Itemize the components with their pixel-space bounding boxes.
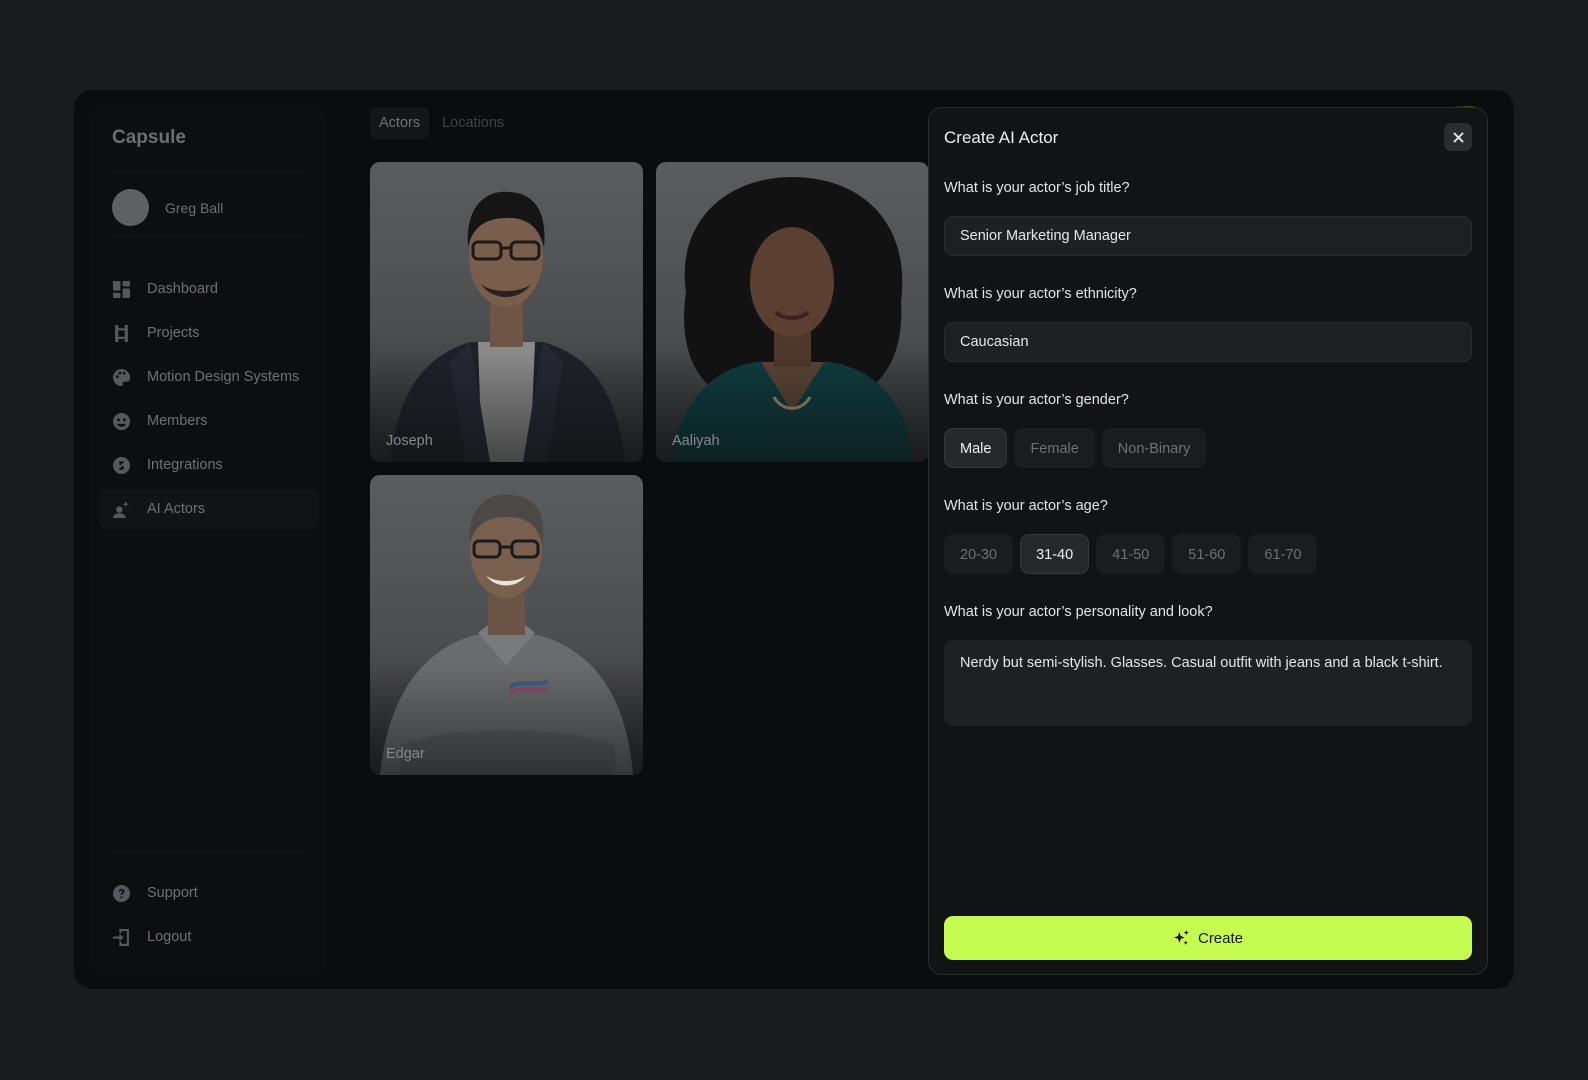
sidebar-item-motion-design-systems[interactable]: Motion Design Systems xyxy=(99,357,319,397)
projects-icon xyxy=(113,324,130,342)
tab-locations[interactable]: Locations xyxy=(433,107,513,139)
palette-icon xyxy=(113,368,130,386)
actor-name: Edgar xyxy=(386,746,425,762)
app-window: Capsule Greg Ball Dashboard Projects Mot… xyxy=(74,90,1514,989)
sidebar: Capsule Greg Ball Dashboard Projects Mot… xyxy=(91,107,327,972)
ai-actor-icon xyxy=(113,500,130,518)
panel-title: Create AI Actor xyxy=(944,128,1059,147)
create-actor-panel: Create AI Actor What is your actor’s job… xyxy=(928,107,1488,975)
actor-name: Joseph xyxy=(386,433,433,449)
close-button[interactable] xyxy=(1444,123,1472,151)
sparkle-icon xyxy=(1174,929,1189,945)
ethnicity-label: What is your actor’s ethnicity? xyxy=(944,286,1137,302)
sidebar-item-label: Motion Design Systems xyxy=(147,369,300,385)
age-options: 20-30 31-40 41-50 51-60 61-70 xyxy=(944,534,1318,574)
close-icon xyxy=(1452,131,1464,143)
personality-label: What is your actor’s personality and loo… xyxy=(944,604,1213,620)
age-option-20-30[interactable]: 20-30 xyxy=(944,534,1014,574)
sidebar-bottom-nav: Support Logout xyxy=(99,873,319,961)
sidebar-item-support[interactable]: Support xyxy=(99,873,319,913)
content-tabs: Actors Locations xyxy=(370,107,513,139)
sidebar-item-label: AI Actors xyxy=(147,501,206,517)
job-title-input[interactable]: Senior Marketing Manager xyxy=(944,216,1472,256)
sidebar-item-integrations[interactable]: Integrations xyxy=(99,445,319,485)
age-label: What is your actor’s age? xyxy=(944,498,1108,514)
gender-option-non-binary[interactable]: Non-Binary xyxy=(1101,428,1207,468)
actor-name: Aaliyah xyxy=(672,433,720,449)
sidebar-item-label: Support xyxy=(147,885,198,901)
age-option-51-60[interactable]: 51-60 xyxy=(1172,534,1242,574)
sidebar-item-dashboard[interactable]: Dashboard xyxy=(99,269,319,309)
tab-actors[interactable]: Actors xyxy=(370,107,430,139)
members-icon xyxy=(113,412,130,430)
ethnicity-input[interactable]: Caucasian xyxy=(944,322,1472,362)
logout-icon xyxy=(113,928,130,946)
age-option-61-70[interactable]: 61-70 xyxy=(1248,534,1318,574)
sidebar-divider xyxy=(112,171,306,172)
sidebar-item-members[interactable]: Members xyxy=(99,401,319,441)
sidebar-item-label: Dashboard xyxy=(147,281,218,297)
sidebar-nav: Dashboard Projects Motion Design Systems… xyxy=(99,269,319,533)
sidebar-item-label: Members xyxy=(147,413,208,429)
sidebar-item-projects[interactable]: Projects xyxy=(99,313,319,353)
actor-card-joseph[interactable]: Joseph xyxy=(370,162,643,462)
sidebar-divider xyxy=(112,236,306,237)
sidebar-item-label: Projects xyxy=(147,325,200,341)
create-button[interactable]: Create xyxy=(944,916,1472,960)
sidebar-divider xyxy=(112,851,306,852)
sidebar-item-logout[interactable]: Logout xyxy=(99,917,319,957)
gender-option-female[interactable]: Female xyxy=(1014,428,1095,468)
sidebar-item-label: Logout xyxy=(147,929,192,945)
sidebar-item-ai-actors[interactable]: AI Actors xyxy=(99,489,319,529)
job-title-label: What is your actor’s job title? xyxy=(944,180,1130,196)
actor-card-aaliyah[interactable]: Aaliyah xyxy=(656,162,929,462)
sidebar-item-label: Integrations xyxy=(147,457,223,473)
user-name: Greg Ball xyxy=(165,199,224,216)
gender-label: What is your actor’s gender? xyxy=(944,392,1129,408)
actor-card-edgar[interactable]: Edgar xyxy=(370,475,643,775)
help-icon xyxy=(113,884,130,902)
integrations-icon xyxy=(113,456,130,474)
personality-textarea[interactable]: Nerdy but semi-stylish. Glasses. Casual … xyxy=(944,640,1472,726)
brand-logo: Capsule xyxy=(112,127,186,148)
user-profile[interactable]: Greg Ball xyxy=(112,189,223,226)
create-button-label: Create xyxy=(1197,929,1244,947)
age-option-41-50[interactable]: 41-50 xyxy=(1096,534,1166,574)
gender-option-male[interactable]: Male xyxy=(944,428,1008,468)
avatar xyxy=(112,189,149,226)
dashboard-icon xyxy=(113,280,130,298)
gender-options: Male Female Non-Binary xyxy=(944,428,1207,468)
age-option-31-40[interactable]: 31-40 xyxy=(1020,534,1090,574)
